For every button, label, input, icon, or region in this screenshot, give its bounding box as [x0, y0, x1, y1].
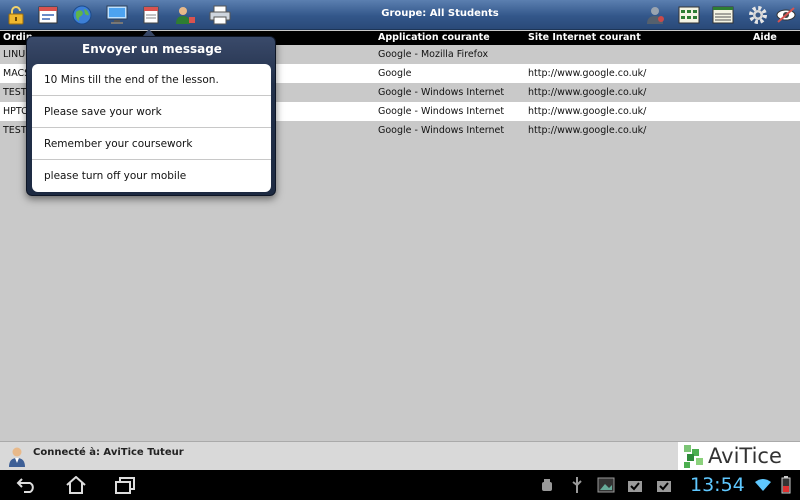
system-nav-bar: 13:54 — [0, 470, 800, 500]
usb-icon — [564, 475, 590, 495]
user-add-icon[interactable] — [174, 4, 196, 26]
group-title: Groupe: All Students — [381, 8, 499, 19]
current-application: Google - Windows Internet — [378, 106, 505, 117]
popup-title: Envoyer un message — [82, 42, 222, 56]
current-website: http://www.google.co.uk/ — [528, 106, 647, 117]
calendar-window-icon[interactable] — [37, 4, 59, 26]
send-message-popup: Envoyer un message 10 Mins till the end … — [26, 36, 276, 196]
column-header-help[interactable]: Aide — [753, 32, 777, 43]
current-website: http://www.google.co.uk/ — [528, 68, 647, 79]
printer-icon[interactable] — [209, 4, 231, 26]
message-icon[interactable] — [140, 4, 162, 26]
computer-name: LINU — [3, 49, 26, 60]
current-application: Google - Windows Internet — [378, 87, 505, 98]
android-debug-icon — [534, 475, 560, 495]
current-website: http://www.google.co.uk/ — [528, 125, 647, 136]
message-list: 10 Mins till the end of the lesson. Plea… — [32, 64, 271, 192]
connection-status: Connecté à: AviTice Tuteur — [33, 447, 184, 458]
logo-text: AviTice — [708, 444, 782, 468]
download-complete-icon — [622, 475, 648, 495]
grid-view-icon[interactable] — [678, 4, 700, 26]
system-clock: 13:54 — [690, 474, 745, 496]
recent-apps-icon[interactable] — [112, 475, 138, 495]
current-application: Google - Mozilla Firefox — [378, 49, 489, 60]
screenshot-icon — [593, 475, 619, 495]
current-application: Google — [378, 68, 412, 79]
back-icon[interactable] — [14, 475, 40, 495]
avitice-logo: AviTice — [678, 442, 800, 471]
gear-icon[interactable] — [747, 4, 769, 26]
avitice-logo-icon — [684, 445, 703, 468]
home-icon[interactable] — [63, 475, 89, 495]
column-header-application[interactable]: Application courante — [378, 32, 490, 43]
tutor-avatar-icon — [8, 446, 26, 470]
eye-off-icon[interactable] — [775, 4, 797, 26]
column-header-website[interactable]: Site Internet courant — [528, 32, 641, 43]
message-option[interactable]: 10 Mins till the end of the lesson. — [32, 64, 271, 96]
computer-name: TEST — [3, 125, 27, 136]
monitor-icon[interactable] — [106, 4, 128, 26]
message-option[interactable]: please turn off your mobile — [32, 160, 271, 192]
message-option[interactable]: Remember your coursework — [32, 128, 271, 160]
user-settings-icon[interactable] — [644, 4, 666, 26]
download-complete-icon — [651, 475, 677, 495]
list-view-icon[interactable] — [712, 4, 734, 26]
current-application: Google - Windows Internet — [378, 125, 505, 136]
message-option[interactable]: Please save your work — [32, 96, 271, 128]
computer-name: HPTC — [3, 106, 28, 117]
current-website: http://www.google.co.uk/ — [528, 87, 647, 98]
status-bar: Connecté à: AviTice Tuteur AviTice — [0, 441, 800, 471]
battery-icon — [773, 475, 799, 495]
globe-icon[interactable] — [71, 4, 93, 26]
top-toolbar: Groupe: All Students — [0, 0, 800, 30]
computer-name: TEST — [3, 87, 27, 98]
lock-icon[interactable] — [5, 4, 27, 26]
